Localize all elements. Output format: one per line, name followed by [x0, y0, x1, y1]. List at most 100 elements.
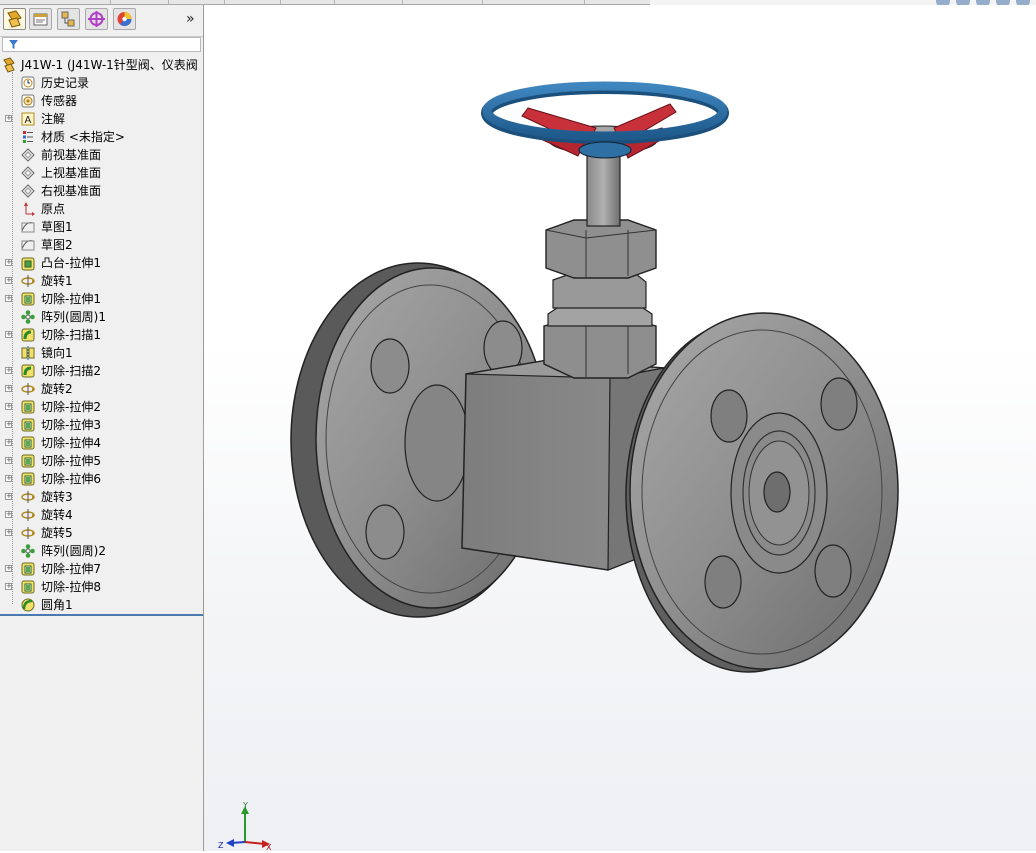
tree-item[interactable]: 草图1 — [0, 218, 203, 236]
expand-toggle-icon[interactable]: + — [5, 367, 12, 374]
expand-toggle-icon[interactable]: + — [5, 295, 12, 302]
expand-toggle-icon[interactable]: + — [5, 259, 12, 266]
configuration-manager-icon — [61, 11, 75, 27]
expand-toggle-icon[interactable]: + — [5, 439, 12, 446]
tree-item-label: 阵列(圆周)1 — [41, 310, 106, 324]
tree-item[interactable]: + 切除-扫描2 — [0, 362, 203, 380]
tree-item[interactable]: + 旋转4 — [0, 506, 203, 524]
tree-item[interactable]: + 切除-拉伸5 — [0, 452, 203, 470]
feature-manager-icon — [7, 10, 22, 28]
tree-item[interactable]: + 切除-拉伸1 — [0, 290, 203, 308]
cut-extrude-icon — [21, 562, 35, 576]
tree-item[interactable]: + 切除-扫描1 — [0, 326, 203, 344]
boss-extrude-icon — [21, 257, 35, 271]
expand-toggle-icon[interactable]: + — [5, 529, 12, 536]
tree-item-label: 传感器 — [41, 94, 78, 108]
tree-item[interactable]: 右视基准面 — [0, 182, 203, 200]
tree-item-label: 历史记录 — [41, 76, 90, 90]
fillet-icon — [21, 598, 35, 612]
tree-item[interactable]: + 旋转5 — [0, 524, 203, 542]
circular-pattern-icon — [21, 310, 35, 324]
tree-item[interactable]: 草图2 — [0, 236, 203, 254]
manager-tabs: » — [0, 5, 203, 37]
bonnet[interactable] — [543, 219, 657, 379]
tree-item-label: 旋转2 — [41, 382, 73, 396]
tree-item-label: 切除-扫描1 — [41, 328, 101, 342]
right-flange[interactable] — [625, 312, 899, 673]
sketch-icon — [21, 240, 35, 251]
graphics-area[interactable] — [204, 5, 1036, 851]
rollback-bar[interactable] — [0, 614, 203, 616]
handwheel[interactable] — [481, 81, 729, 159]
tree-item[interactable]: + 切除-拉伸6 — [0, 470, 203, 488]
tree-item-label: 草图2 — [41, 238, 73, 252]
expand-toggle-icon[interactable]: + — [5, 565, 12, 572]
tree-item-label: 阵列(圆周)2 — [41, 544, 106, 558]
expand-toggle-icon[interactable]: + — [5, 331, 12, 338]
display-manager-icon — [117, 12, 132, 27]
history-icon — [21, 76, 35, 90]
tree-item[interactable]: + 旋转1 — [0, 272, 203, 290]
tree-root-label: J41W-1 (J41W-1针型阀、仪表阀 — [21, 58, 198, 72]
tree-item[interactable]: + 切除-拉伸7 — [0, 560, 203, 578]
tree-item[interactable]: + 旋转2 — [0, 380, 203, 398]
expand-toggle-icon[interactable]: + — [5, 115, 12, 122]
tree-item-label: 草图1 — [41, 220, 73, 234]
tree-item[interactable]: + 切除-拉伸8 — [0, 578, 203, 596]
feature-manager-tab[interactable] — [3, 8, 26, 30]
cut-extrude-icon — [21, 580, 35, 594]
tree-item[interactable]: + 切除-拉伸3 — [0, 416, 203, 434]
expand-toggle-icon[interactable]: + — [5, 277, 12, 284]
expand-toggle-icon[interactable]: + — [5, 457, 12, 464]
expand-panel-button[interactable]: » — [186, 11, 195, 27]
expand-toggle-icon[interactable]: + — [5, 583, 12, 590]
tree-item[interactable]: 阵列(圆周)1 — [0, 308, 203, 326]
expand-toggle-icon[interactable]: + — [5, 421, 12, 428]
revolve-icon — [21, 509, 35, 521]
feature-tree-filter[interactable] — [2, 37, 201, 52]
cut-extrude-icon — [21, 472, 35, 486]
configuration-manager-tab[interactable] — [57, 8, 80, 30]
valve-stem[interactable] — [586, 149, 621, 227]
tree-item[interactable]: + 旋转3 — [0, 488, 203, 506]
tree-item-label: 旋转1 — [41, 274, 73, 288]
filter-icon — [9, 40, 18, 49]
expand-toggle-icon[interactable]: + — [5, 385, 12, 392]
tree-item[interactable]: 圆角1 — [0, 596, 203, 614]
tree-item[interactable]: 前视基准面 — [0, 146, 203, 164]
revolve-icon — [21, 383, 35, 395]
property-manager-tab[interactable] — [29, 8, 52, 30]
z-axis-label: Z — [218, 841, 224, 850]
tree-item[interactable]: 镜向1 — [0, 344, 203, 362]
tree-root-part[interactable]: J41W-1 (J41W-1针型阀、仪表阀 — [0, 56, 203, 74]
feature-manager-icon — [3, 57, 15, 73]
tree-item[interactable]: + 切除-拉伸2 — [0, 398, 203, 416]
tree-item[interactable]: 材质 <未指定> — [0, 128, 203, 146]
valve-3d-model[interactable] — [204, 5, 1036, 851]
tree-item[interactable]: + 切除-拉伸4 — [0, 434, 203, 452]
expand-toggle-icon[interactable]: + — [5, 475, 12, 482]
tree-item-label: 切除-拉伸7 — [41, 562, 101, 576]
expand-toggle-icon[interactable]: + — [5, 493, 12, 500]
tree-item-label: 上视基准面 — [41, 166, 102, 180]
tree-item[interactable]: 原点 — [0, 200, 203, 218]
expand-toggle-icon[interactable]: + — [5, 403, 12, 410]
expand-toggle-icon[interactable]: + — [5, 511, 12, 518]
tree-item-label: 切除-拉伸3 — [41, 418, 101, 432]
revolve-icon — [21, 275, 35, 287]
sketch-icon — [21, 222, 35, 233]
tree-item[interactable]: + 凸台-拉伸1 — [0, 254, 203, 272]
cut-extrude-icon — [21, 292, 35, 306]
tree-item-label: 材质 <未指定> — [41, 130, 125, 144]
tree-item[interactable]: 传感器 — [0, 92, 203, 110]
tree-item[interactable]: 上视基准面 — [0, 164, 203, 182]
display-manager-tab[interactable] — [113, 8, 136, 30]
tree-item-label: 切除-拉伸2 — [41, 400, 101, 414]
cut-sweep-icon — [21, 364, 35, 378]
tree-item[interactable]: + A 注解 — [0, 110, 203, 128]
revolve-icon — [21, 491, 35, 503]
tree-item[interactable]: 阵列(圆周)2 — [0, 542, 203, 560]
tree-item-label: 注解 — [41, 112, 66, 126]
tree-item[interactable]: 历史记录 — [0, 74, 203, 92]
dimxpert-manager-tab[interactable] — [85, 8, 108, 30]
